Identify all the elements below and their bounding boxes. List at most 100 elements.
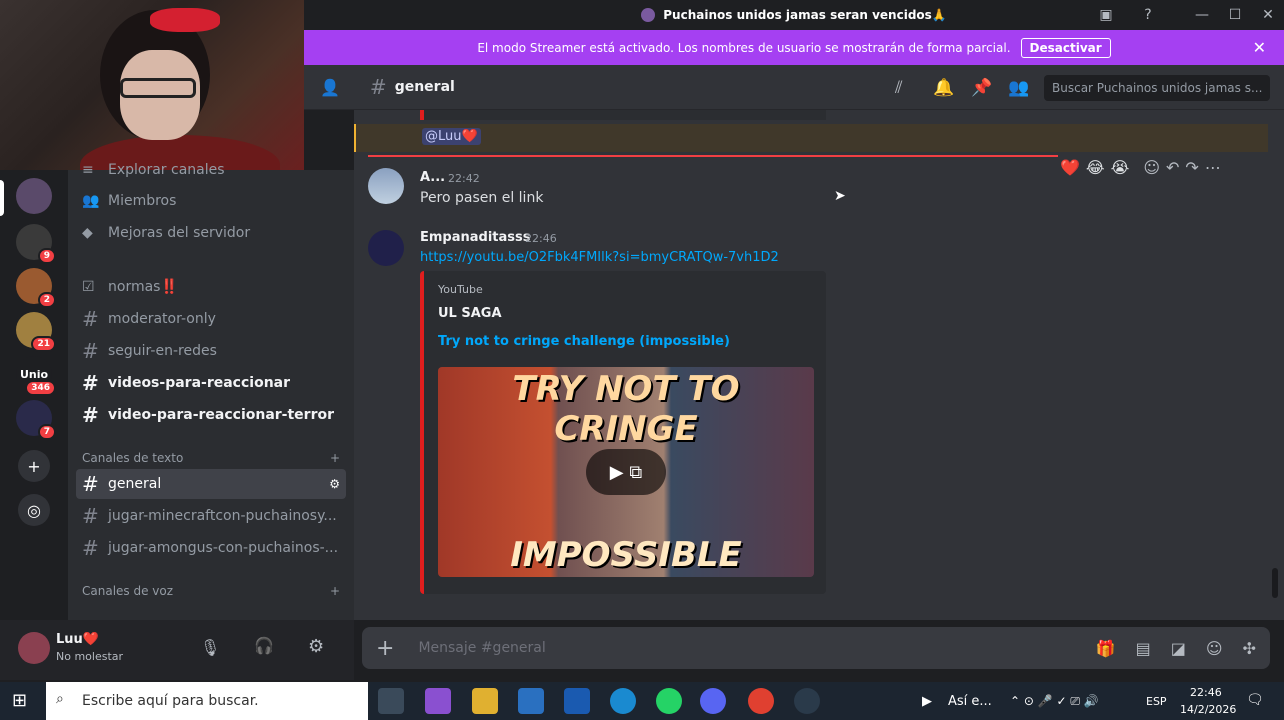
sidebar-item-boosts[interactable]: ◆ Mejoras del servidor <box>76 218 346 248</box>
search-input[interactable]: Buscar Puchainos unidos jamas s... <box>1044 75 1270 101</box>
emoji-icon[interactable]: ☺ <box>1206 639 1223 658</box>
message-input-bar: + Mensaje #general 🎁 ▤ ◪ ☺ ✣ <box>362 627 1270 669</box>
outlook-icon[interactable] <box>564 688 590 714</box>
cry-reaction-icon[interactable]: 😭 <box>1111 158 1130 177</box>
apps-icon[interactable]: ✣ <box>1243 639 1256 658</box>
task-view-icon[interactable] <box>378 688 404 714</box>
server-2[interactable]: 9 <box>16 224 56 264</box>
add-channel-icon[interactable]: + <box>330 584 340 598</box>
edge-icon[interactable] <box>610 688 636 714</box>
user-settings-icon[interactable]: ⚙ <box>308 636 324 657</box>
rules-icon: ☑ <box>82 279 95 295</box>
forward-icon[interactable]: ↷ <box>1185 158 1198 177</box>
maximize-button[interactable]: ☐ <box>1217 0 1253 30</box>
close-icon[interactable]: ✕ <box>1253 38 1266 57</box>
laugh-reaction-icon[interactable]: 😂 <box>1086 158 1105 177</box>
avatar[interactable] <box>368 230 404 266</box>
hash-icon: # <box>82 307 99 331</box>
inbox-icon[interactable]: ▣ <box>1088 0 1124 30</box>
tray-icons[interactable]: ⌃ ⊙ 🎤 ✓ ⎚ 🔊 <box>1010 694 1099 709</box>
window-title: Puchainos unidos jamas seran vencidos🙏 <box>663 8 947 22</box>
mention-tag[interactable]: @Luu❤️ <box>422 128 481 145</box>
channel-videos-para-reaccionar[interactable]: # videos-para-reaccionar <box>76 368 346 398</box>
channel-general[interactable]: # general ⚙ <box>76 469 346 499</box>
channel-label: moderator-only <box>108 311 216 327</box>
close-button[interactable]: ✕ <box>1250 0 1284 30</box>
message-link[interactable]: https://youtu.be/O2Fbk4FMIlk?si=bmyCRATQ… <box>420 250 779 265</box>
server-puchainos[interactable] <box>16 178 52 214</box>
pin-icon[interactable]: 📌 <box>971 78 992 98</box>
avatar[interactable] <box>18 632 50 664</box>
sidebar-item-members[interactable]: 👥 Miembros <box>76 186 346 216</box>
gift-icon[interactable]: 🎁 <box>1096 639 1116 658</box>
add-friend-icon[interactable]: 👤 <box>320 78 340 97</box>
obs-icon[interactable] <box>794 688 820 714</box>
headphones-icon[interactable]: 🎧 <box>254 636 274 655</box>
taskbar-search-input[interactable]: ⌕ Escribe aquí para buscar. <box>46 682 368 720</box>
add-reaction-icon[interactable]: ☺ <box>1143 158 1160 177</box>
threads-icon[interactable]: ⫽ <box>895 78 903 98</box>
chrome-icon[interactable] <box>748 688 774 714</box>
more-icon[interactable]: ⋯ <box>1205 158 1221 177</box>
scrollbar[interactable] <box>1272 568 1278 598</box>
video-thumbnail[interactable]: TRY NOT TO CRINGE IMPOSSIBLE ▶ ⧉ <box>438 367 814 577</box>
message-actions: ❤️ 😂 😭 ☺ ↶ ↷ ⋯ <box>1060 155 1260 179</box>
message-input[interactable]: Mensaje #general <box>418 640 545 656</box>
channel-jugar-amongus[interactable]: # jugar-amongus-con-puchainos-... <box>76 533 346 563</box>
server-4[interactable]: 21 <box>16 312 56 352</box>
channel-normas[interactable]: ☑ normas‼️ <box>76 272 346 302</box>
channel-video-para-reaccionar-terror[interactable]: # video-para-reaccionar-terror <box>76 400 346 430</box>
minimize-button[interactable]: — <box>1184 0 1220 30</box>
media-title[interactable]: Así e... <box>948 694 992 709</box>
settings-icon[interactable]: ⚙ <box>329 477 340 491</box>
mic-icon[interactable]: 🎙 <box>200 638 220 657</box>
member-list-icon[interactable]: 👥 <box>1008 78 1029 98</box>
add-server-icon[interactable]: + <box>18 450 50 482</box>
author-name[interactable]: A... <box>420 170 445 185</box>
notifications-icon[interactable]: 🗨 <box>1246 692 1264 708</box>
heart-reaction-icon[interactable]: ❤️ <box>1060 158 1080 177</box>
channel-moderator-only[interactable]: # moderator-only <box>76 304 346 334</box>
add-channel-icon[interactable]: + <box>330 451 340 465</box>
gif-icon[interactable]: ▤ <box>1136 639 1151 658</box>
clock-time[interactable]: 22:46 <box>1190 686 1222 699</box>
help-icon[interactable]: ? <box>1130 0 1166 30</box>
language-indicator[interactable]: ESP <box>1146 695 1167 708</box>
server-6[interactable]: 7 <box>16 400 56 440</box>
sticker-icon[interactable]: ◪ <box>1171 639 1186 658</box>
channel-seguir-en-redes[interactable]: # seguir-en-redes <box>76 336 346 366</box>
channel-label: jugar-amongus-con-puchainos-... <box>108 540 339 556</box>
windows-start-icon[interactable]: ⊞ <box>12 690 27 711</box>
channel-jugar-minecraft[interactable]: # jugar-minecraftcon-puchainosy... <box>76 501 346 531</box>
channel-sidebar: ≡ Explorar canales 👥 Miembros ◆ Mejoras del… <box>68 162 354 620</box>
play-icon[interactable]: ▶ ⧉ <box>586 449 666 495</box>
media-icon[interactable]: ▶ <box>922 694 932 709</box>
previous-embed <box>420 110 826 120</box>
folder-icon[interactable] <box>472 688 498 714</box>
reply-icon[interactable]: ↶ <box>1166 158 1179 177</box>
deactivate-button[interactable]: Desactivar <box>1020 37 1111 58</box>
discord-icon[interactable] <box>700 688 726 714</box>
voice-channels-category[interactable]: Canales de voz + <box>82 584 340 598</box>
embed-author[interactable]: UL SAGA <box>438 306 502 321</box>
explore-channels[interactable]: ≡ Explorar canales <box>76 156 346 184</box>
members-icon: 👥 <box>82 193 100 209</box>
author-name[interactable]: Empanaditasss <box>420 230 531 245</box>
server-5[interactable]: Unio 346 <box>16 356 56 396</box>
avatar[interactable] <box>368 168 404 204</box>
bell-icon[interactable]: 🔔 <box>933 78 954 98</box>
category-label: Canales de voz <box>82 584 174 598</box>
text-channels-category[interactable]: Canales de texto + <box>82 451 340 465</box>
explore-icon[interactable]: ◎ <box>18 494 50 526</box>
streamer-text: El modo Streamer está activado. Los nomb… <box>477 40 1011 55</box>
embed-title[interactable]: Try not to cringe challenge (impossible) <box>438 334 730 349</box>
hash-icon: # <box>82 536 99 560</box>
app-icon[interactable] <box>425 688 451 714</box>
timestamp: 22:46 <box>525 232 557 245</box>
attach-icon[interactable]: + <box>376 636 394 661</box>
clock-date[interactable]: 14/2/2026 <box>1180 703 1236 716</box>
server-3[interactable]: 2 <box>16 268 56 308</box>
category-label: Canales de texto <box>82 451 184 465</box>
whatsapp-icon[interactable] <box>656 688 682 714</box>
store-icon[interactable] <box>518 688 544 714</box>
